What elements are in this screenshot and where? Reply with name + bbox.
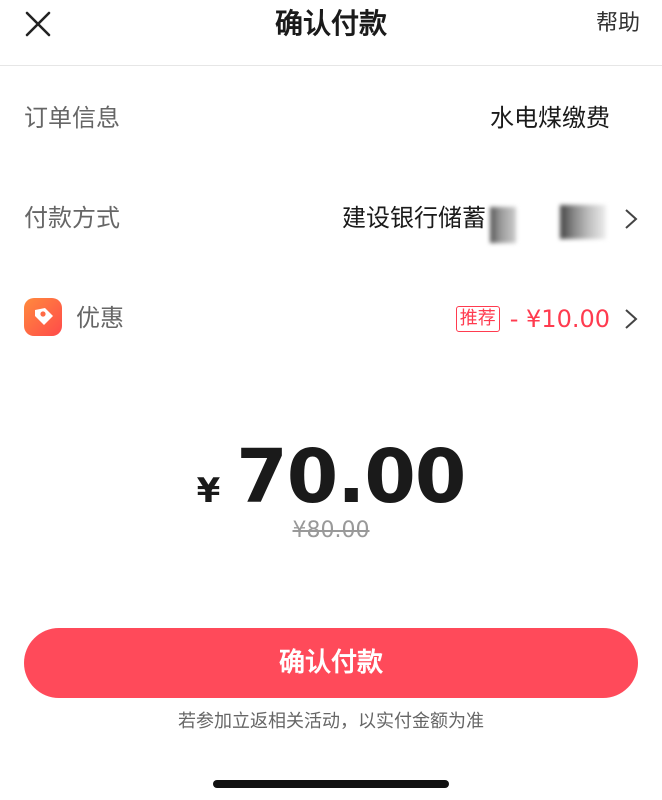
help-link[interactable]: 帮助 xyxy=(596,8,640,40)
payment-method-label: 付款方式 xyxy=(24,204,120,232)
payment-method-row[interactable]: 付款方式 建设银行储蓄 xyxy=(0,188,662,248)
masked-card-number xyxy=(490,205,610,243)
discount-value: 推荐 - ¥10.00 xyxy=(455,302,610,335)
confirm-payment-button[interactable]: 确认付款 xyxy=(24,628,638,698)
page-title: 确认付款 xyxy=(274,7,387,40)
discount-amount: - ¥10.00 xyxy=(509,305,610,333)
coupon-tag-icon xyxy=(24,298,62,336)
chevron-right-icon xyxy=(625,309,638,329)
payment-method-bank: 建设银行储蓄 xyxy=(342,204,486,232)
amount-value: 70.00 xyxy=(236,434,466,520)
payment-method-value: 建设银行储蓄 xyxy=(342,202,610,243)
header-bar: 确认付款 帮助 xyxy=(0,0,662,66)
original-price: ¥80.00 xyxy=(292,518,370,543)
order-info-row: 订单信息 水电煤缴费 xyxy=(0,88,662,148)
order-info-value: 水电煤缴费 xyxy=(490,104,610,132)
discount-label: 优惠 xyxy=(76,304,124,332)
discount-row[interactable]: 优惠 推荐 - ¥10.00 xyxy=(0,288,662,348)
home-indicator[interactable] xyxy=(213,780,449,788)
footnote-text: 若参加立返相关活动，以实付金额为准 xyxy=(178,711,484,732)
order-info-label: 订单信息 xyxy=(24,104,120,132)
chevron-right-icon xyxy=(625,209,638,229)
pay-amount: ¥70.00 xyxy=(0,432,662,522)
payment-confirm-page: 确认付款 帮助 订单信息 水电煤缴费 付款方式 建设银行储蓄 优惠 推荐 - ¥1… xyxy=(0,0,662,800)
recommend-badge: 推荐 xyxy=(455,306,500,332)
currency-sign: ¥ xyxy=(196,471,221,511)
